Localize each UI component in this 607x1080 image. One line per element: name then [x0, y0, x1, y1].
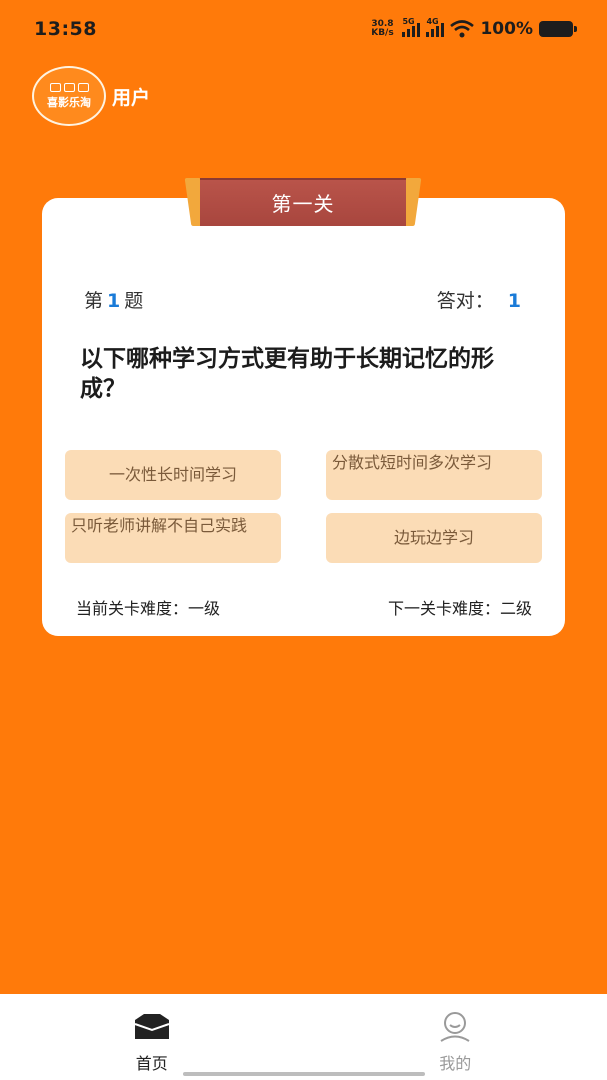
option-c-button[interactable]: 只听老师讲解不自己实践	[65, 513, 281, 563]
battery-percent: 100%	[480, 19, 533, 39]
signal-4g-icon: 4G	[426, 17, 445, 37]
question-suffix: 题	[124, 290, 144, 312]
option-b-button[interactable]: 分散式短时间多次学习	[326, 450, 542, 500]
quiz-card	[42, 198, 565, 636]
signal-5g-label: 5G	[402, 17, 415, 26]
signal-4g-label: 4G	[426, 17, 439, 26]
app-header: 喜影乐淘 用户	[32, 66, 150, 126]
status-indicators: 30.8 KB/s 5G 4G 100%	[368, 17, 577, 39]
wifi-icon	[450, 20, 475, 38]
level-banner: 第一关	[184, 178, 422, 226]
home-indicator	[183, 1072, 425, 1076]
next-difficulty: 下一关卡难度：二级	[387, 599, 532, 618]
correct-label: 答对：	[436, 290, 494, 312]
logo-icons	[49, 82, 89, 92]
status-bar: 13:58 30.8 KB/s 5G 4G 100%	[0, 0, 607, 58]
network-speed-unit: KB/s	[371, 28, 394, 38]
option-d-button[interactable]: 边玩边学习	[326, 513, 542, 563]
tab-home[interactable]: 首页	[0, 994, 304, 1080]
app-logo: 喜影乐淘	[32, 66, 106, 126]
tab-bar: 首页 我的	[0, 994, 607, 1080]
question-number: 第1题	[84, 286, 143, 313]
question-number-value: 1	[107, 290, 121, 312]
header-title: 用户	[112, 86, 151, 109]
option-a-button[interactable]: 一次性长时间学习	[65, 450, 281, 500]
signal-5g-icon: 5G	[402, 17, 421, 37]
tab-profile[interactable]: 我的	[304, 994, 607, 1080]
tab-home-label: 首页	[135, 1054, 168, 1073]
logo-text: 喜影乐淘	[47, 95, 91, 109]
correct-count: 答对： 1	[437, 286, 521, 313]
user-icon	[440, 1012, 470, 1042]
home-icon	[134, 1014, 170, 1039]
correct-count-value: 1	[507, 290, 521, 312]
question-text: 以下哪种学习方式更有助于长期记忆的形成？	[80, 346, 494, 402]
network-speed: 30.8 KB/s	[368, 20, 396, 38]
current-difficulty: 当前关卡难度：一级	[76, 599, 221, 618]
status-time: 13:58	[34, 18, 97, 40]
question-prefix: 第	[84, 290, 104, 312]
battery-icon	[539, 21, 577, 37]
tab-profile-label: 我的	[439, 1054, 472, 1073]
level-title: 第一关	[271, 191, 335, 216]
